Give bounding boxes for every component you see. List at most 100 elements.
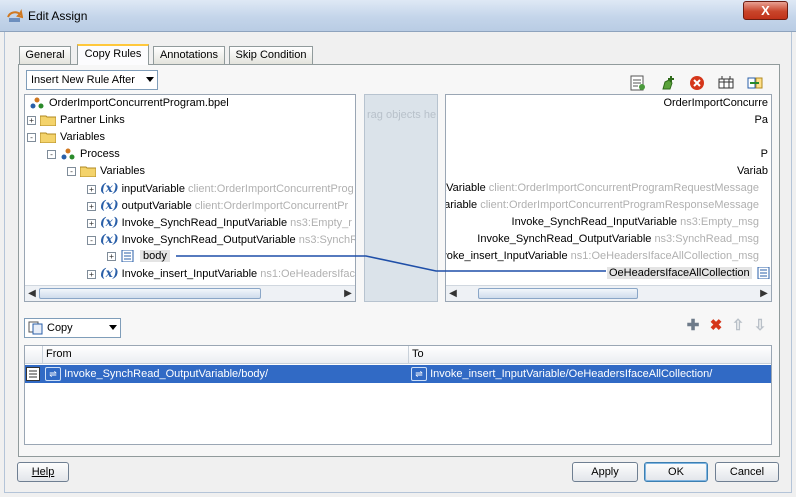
mapper-icon[interactable]	[747, 75, 763, 91]
to-value: Invoke_insert_InputVariable/OeHeadersIfa…	[430, 368, 713, 380]
scrollbar-thumb[interactable]	[478, 288, 638, 299]
target-tree-scrollbar[interactable]: ◀ ▶	[446, 285, 771, 301]
tree-node-input-variable[interactable]: utVariable client:OrderImportConcurrentP…	[446, 180, 759, 197]
column-header-from[interactable]: From	[42, 346, 408, 363]
tree-node-root[interactable]: OrderImportConcurrentProgram.bpel	[29, 95, 229, 112]
add-rule-icon[interactable]	[660, 75, 676, 91]
scroll-left-icon[interactable]: ◀	[446, 286, 460, 301]
tree-node-output-variable[interactable]: tVariable client:OrderImportConcurrentPr…	[446, 197, 759, 214]
ok-label: OK	[668, 466, 684, 478]
insert-rule-select[interactable]: Insert New Rule After	[26, 70, 158, 90]
tree-node-partner-links[interactable]: Pa	[755, 112, 768, 129]
drag-hint: rag objects he	[367, 109, 437, 121]
scrollbar-thumb[interactable]	[39, 288, 261, 299]
scroll-left-icon[interactable]: ◀	[25, 286, 39, 301]
apply-button[interactable]: Apply	[572, 462, 638, 482]
folder-icon	[40, 115, 56, 127]
variable-type: ns3:SynchR	[298, 234, 356, 246]
tree-node-insert-input[interactable]: + (x) Invoke_insert_InputVariable ns1:OeH…	[87, 265, 355, 282]
variable-type: client:OrderImportConcurrentProgramRespo…	[480, 199, 759, 211]
xpath-icon: ⇌	[411, 367, 427, 382]
variable-type: client:OrderImportConcurrentProg	[188, 183, 354, 195]
chevron-down-icon	[146, 77, 154, 82]
tab-skip-condition[interactable]: Skip Condition	[229, 46, 313, 64]
tree-node-input-variable[interactable]: + (x) inputVariable client:OrderImportCon…	[87, 180, 354, 197]
variable-name: Invoke_insert_InputVariable	[121, 268, 258, 280]
tree-label: Variables	[60, 131, 106, 143]
expand-icon[interactable]: +	[87, 269, 96, 279]
tree-label: Partner Links	[60, 114, 125, 126]
tab-general[interactable]: General	[19, 46, 71, 64]
scroll-right-icon[interactable]: ▶	[341, 286, 355, 301]
variable-type: client:OrderImportConcurrentProgramReque…	[488, 182, 759, 194]
tree-node-synchread-input[interactable]: Invoke_SynchRead_InputVariable ns3:Empty…	[512, 214, 759, 231]
scroll-right-icon[interactable]: ▶	[757, 286, 771, 301]
variable-name: Invoke_SynchRead_InputVariable	[511, 216, 678, 228]
assign-icon	[7, 8, 23, 22]
table-icon[interactable]	[718, 75, 734, 91]
expand-icon[interactable]: +	[87, 218, 96, 228]
delete-icon[interactable]: ✖	[709, 318, 723, 333]
remove-icon[interactable]	[689, 75, 705, 91]
expand-icon[interactable]: +	[87, 201, 96, 211]
close-button[interactable]: X	[743, 1, 788, 20]
collapse-icon[interactable]: -	[27, 132, 36, 142]
collection-label: OeHeadersIfaceAllCollection	[607, 267, 752, 279]
tree-node-collection[interactable]: OeHeadersIfaceAllCollection	[607, 265, 771, 282]
apply-label: Apply	[591, 466, 619, 478]
tree-node-output-variable[interactable]: + (x) outputVariable client:OrderImportCo…	[87, 197, 348, 214]
tree-node-root[interactable]: OrderImportConcurre	[663, 95, 768, 112]
table-header: From To	[25, 346, 771, 364]
element-icon	[757, 267, 770, 280]
variable-name: Invoke_SynchRead_InputVariable	[121, 217, 288, 229]
move-down-icon[interactable]: ⇩	[753, 318, 767, 333]
variable-type: ns3:SynchRead_msg	[654, 233, 759, 245]
folder-open-icon	[40, 132, 56, 144]
tree-label: Variables	[100, 165, 146, 177]
copy-rules-table[interactable]: From To ⇌ Invoke_SynchRead_OutputVariabl…	[24, 345, 772, 445]
help-button[interactable]: Help	[17, 462, 69, 482]
variable-icon: (x)	[100, 232, 119, 246]
collapse-icon[interactable]: -	[67, 166, 76, 176]
to-cell: ⇌ Invoke_insert_InputVariable/OeHeadersI…	[411, 365, 712, 383]
move-up-icon[interactable]: ⇧	[731, 318, 745, 333]
expand-icon[interactable]: +	[87, 184, 96, 194]
tree-node-variables[interactable]: Variab	[737, 163, 768, 180]
tree-node-process-variables[interactable]: - Variables	[67, 163, 145, 180]
variable-type: ns1:OeHeadersIfac	[260, 268, 355, 280]
copy-operation-select[interactable]: Copy	[24, 318, 121, 338]
tree-node-synchread-output[interactable]: - (x) Invoke_SynchRead_OutputVariable ns3…	[87, 231, 356, 248]
table-row[interactable]: ⇌ Invoke_SynchRead_OutputVariable/body/ …	[25, 365, 771, 383]
cancel-button[interactable]: Cancel	[715, 462, 779, 482]
collapse-icon[interactable]: -	[87, 235, 96, 245]
tab-annotations[interactable]: Annotations	[153, 46, 225, 64]
column-header-to[interactable]: To	[408, 346, 771, 363]
tree-node-synchread-output[interactable]: Invoke_SynchRead_OutputVariable ns3:Sync…	[477, 231, 759, 248]
expand-icon[interactable]: +	[27, 115, 36, 125]
tree-node-variables[interactable]: - Variables	[27, 129, 105, 146]
copy-icon	[28, 321, 43, 335]
tree-node-insert-input[interactable]: nvoke_insert_InputVariable ns1:OeHeaders…	[446, 248, 759, 265]
source-tree-scrollbar[interactable]: ◀ ▶	[25, 285, 355, 301]
window-title: Edit Assign	[28, 9, 88, 23]
process-icon	[30, 97, 44, 109]
tree-node-partner-links[interactable]: + Partner Links	[27, 112, 125, 129]
ok-button[interactable]: OK	[644, 462, 708, 482]
collapse-icon[interactable]: -	[47, 149, 56, 159]
variable-icon: (x)	[100, 266, 119, 280]
tree-node-process[interactable]: P	[761, 146, 768, 163]
tree-label: Process	[80, 148, 120, 160]
tree-node-body[interactable]: + body	[107, 248, 170, 265]
mapping-canvas[interactable]: rag objects he	[364, 94, 438, 302]
variable-name: Invoke_SynchRead_OutputVariable	[477, 233, 652, 245]
add-icon[interactable]: ✚	[686, 318, 700, 333]
target-tree[interactable]: OrderImportConcurre Pa P Variab utVariab…	[445, 94, 772, 302]
tree-node-process[interactable]: - Process	[47, 146, 120, 163]
tab-copy-rules[interactable]: Copy Rules	[77, 44, 149, 65]
source-tree[interactable]: OrderImportConcurrentProgram.bpel + Partn…	[24, 94, 356, 302]
variable-type: ns3:Empty_msg	[680, 216, 759, 228]
expression-builder-icon[interactable]	[630, 75, 646, 91]
help-label: Help	[31, 466, 55, 478]
expand-icon[interactable]: +	[107, 251, 116, 261]
tree-node-synchread-input[interactable]: + (x) Invoke_SynchRead_InputVariable ns3:…	[87, 214, 352, 231]
